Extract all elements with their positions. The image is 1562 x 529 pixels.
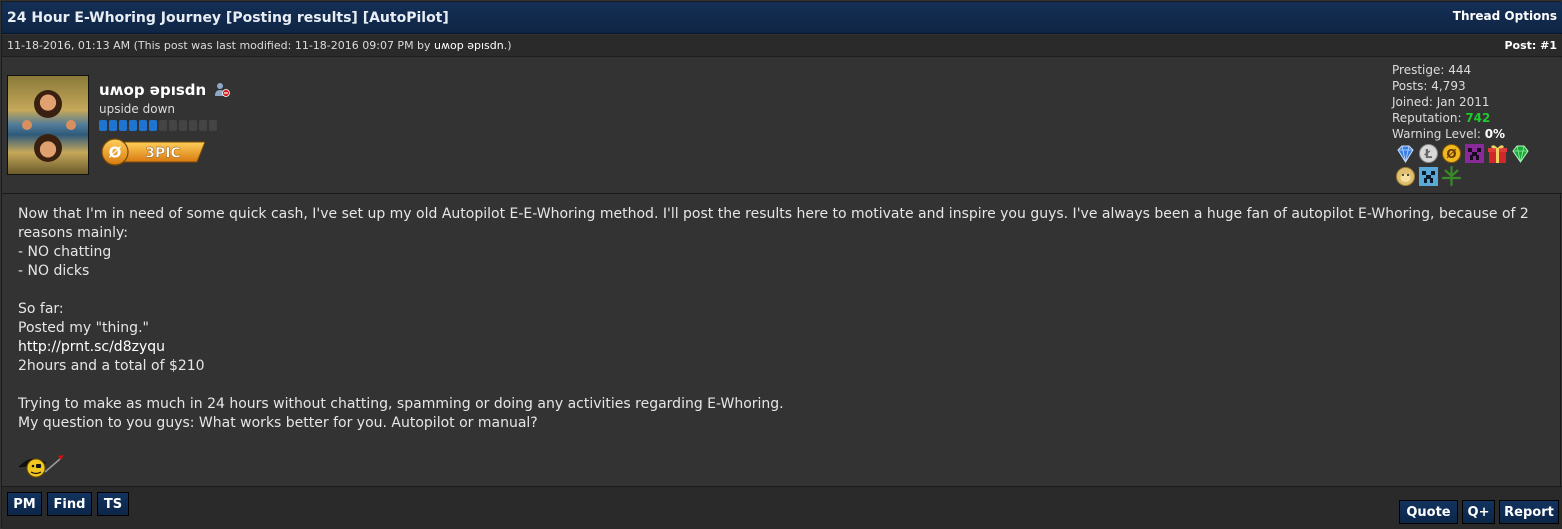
rep-pip xyxy=(119,120,127,131)
pm-button[interactable]: PM xyxy=(7,492,42,516)
doge-award-icon[interactable] xyxy=(1395,166,1416,187)
rep-pip xyxy=(129,120,137,131)
author-info: uʍop ǝpısdn upside down Ø 3PIC Prestige:… xyxy=(2,58,1562,194)
award-icons: Ł Ø xyxy=(1395,143,1545,187)
offline-status-icon xyxy=(215,83,230,97)
post-text: Now that I'm in need of some quick cash,… xyxy=(18,206,1529,241)
userbar-icon: Ø xyxy=(109,144,122,162)
stat-joined: Joined: Jan 2011 xyxy=(1392,95,1490,109)
report-button[interactable]: Report xyxy=(1499,500,1559,524)
stat-posts: Posts: 4,793 xyxy=(1392,79,1466,93)
rep-pip xyxy=(169,120,177,131)
zero-award-icon[interactable]: Ø xyxy=(1441,143,1462,164)
post-text: My question to you guys: What works bett… xyxy=(18,415,538,431)
post-date-bar: 11-18-2016, 01:13 AM (This post was last… xyxy=(2,35,1562,57)
post-date-text: 11-18-2016, 01:13 AM (This post was last… xyxy=(7,39,435,52)
post-text: 2hours and a total of $210 xyxy=(18,358,205,374)
emerald-award-icon[interactable] xyxy=(1510,143,1531,164)
gift-award-icon[interactable] xyxy=(1487,143,1508,164)
quote-button[interactable]: Quote xyxy=(1399,500,1458,524)
pirate-smiley-icon xyxy=(18,455,64,478)
rep-pip xyxy=(149,120,157,131)
thread-options-link[interactable]: Thread Options xyxy=(1453,9,1557,23)
modified-by-link[interactable]: uʍop ǝpısdn xyxy=(434,39,504,52)
post-text: Posted my "thing." xyxy=(18,320,149,336)
reputation-value-link[interactable]: 742 xyxy=(1465,111,1490,125)
thread-title-bar: 24 Hour E-Whoring Journey [Posting resul… xyxy=(2,2,1562,34)
userbar-label: 3PIC xyxy=(145,146,181,162)
avatar[interactable] xyxy=(7,75,89,175)
post-actions-bar: PM Find TS Quote Q+ Report xyxy=(2,486,1562,529)
rep-pip xyxy=(159,120,167,131)
diamond-award-icon[interactable] xyxy=(1395,143,1416,164)
rep-pip xyxy=(199,120,207,131)
group-userbar-badge: Ø 3PIC xyxy=(101,138,205,166)
rep-pip xyxy=(139,120,147,131)
screenshot-link[interactable]: http://prnt.sc/d8zyqu xyxy=(18,339,165,355)
stat-prestige: Prestige: 444 xyxy=(1392,63,1472,77)
author-usertitle: upside down xyxy=(99,102,176,116)
warning-level-value[interactable]: 0% xyxy=(1485,127,1505,141)
post-body: Now that I'm in need of some quick cash,… xyxy=(18,205,1553,433)
post-text: Trying to make as much in 24 hours witho… xyxy=(18,396,784,412)
rep-pip xyxy=(99,120,107,131)
post-text: - NO chatting xyxy=(18,244,112,260)
author-stats: Prestige: 444 Posts: 4,793 Joined: Jan 2… xyxy=(1392,62,1532,142)
rep-pip xyxy=(109,120,117,131)
post-number-link[interactable]: Post: #1 xyxy=(1504,39,1557,52)
svg-text:Ł: Ł xyxy=(1424,147,1433,161)
stat-reputation: Reputation: 742 xyxy=(1392,111,1491,125)
stat-warning-level: Warning Level: 0% xyxy=(1392,127,1506,141)
creeper-purple-award-icon[interactable] xyxy=(1464,143,1485,164)
post-date: 11-18-2016, 01:13 AM (This post was last… xyxy=(7,39,512,52)
ts-button[interactable]: TS xyxy=(97,492,129,516)
post-text: So far: xyxy=(18,301,64,317)
svg-text:Ø: Ø xyxy=(1446,147,1456,161)
rep-pip xyxy=(179,120,187,131)
find-button[interactable]: Find xyxy=(47,492,92,516)
rep-pip xyxy=(209,120,217,131)
post-date-suffix: .) xyxy=(503,39,512,52)
leaf-award-icon[interactable] xyxy=(1441,166,1462,187)
rep-pip xyxy=(189,120,197,131)
thread-title: 24 Hour E-Whoring Journey [Posting resul… xyxy=(7,10,449,26)
post-text: - NO dicks xyxy=(18,263,90,279)
bitcoin-award-icon[interactable]: Ł xyxy=(1418,143,1439,164)
author-username-link[interactable]: uʍop ǝpısdn xyxy=(99,81,206,99)
quick-quote-button[interactable]: Q+ xyxy=(1462,500,1495,524)
post-container: 24 Hour E-Whoring Journey [Posting resul… xyxy=(1,1,1562,529)
reputation-bar xyxy=(99,120,217,131)
creeper-blue-award-icon[interactable] xyxy=(1418,166,1439,187)
